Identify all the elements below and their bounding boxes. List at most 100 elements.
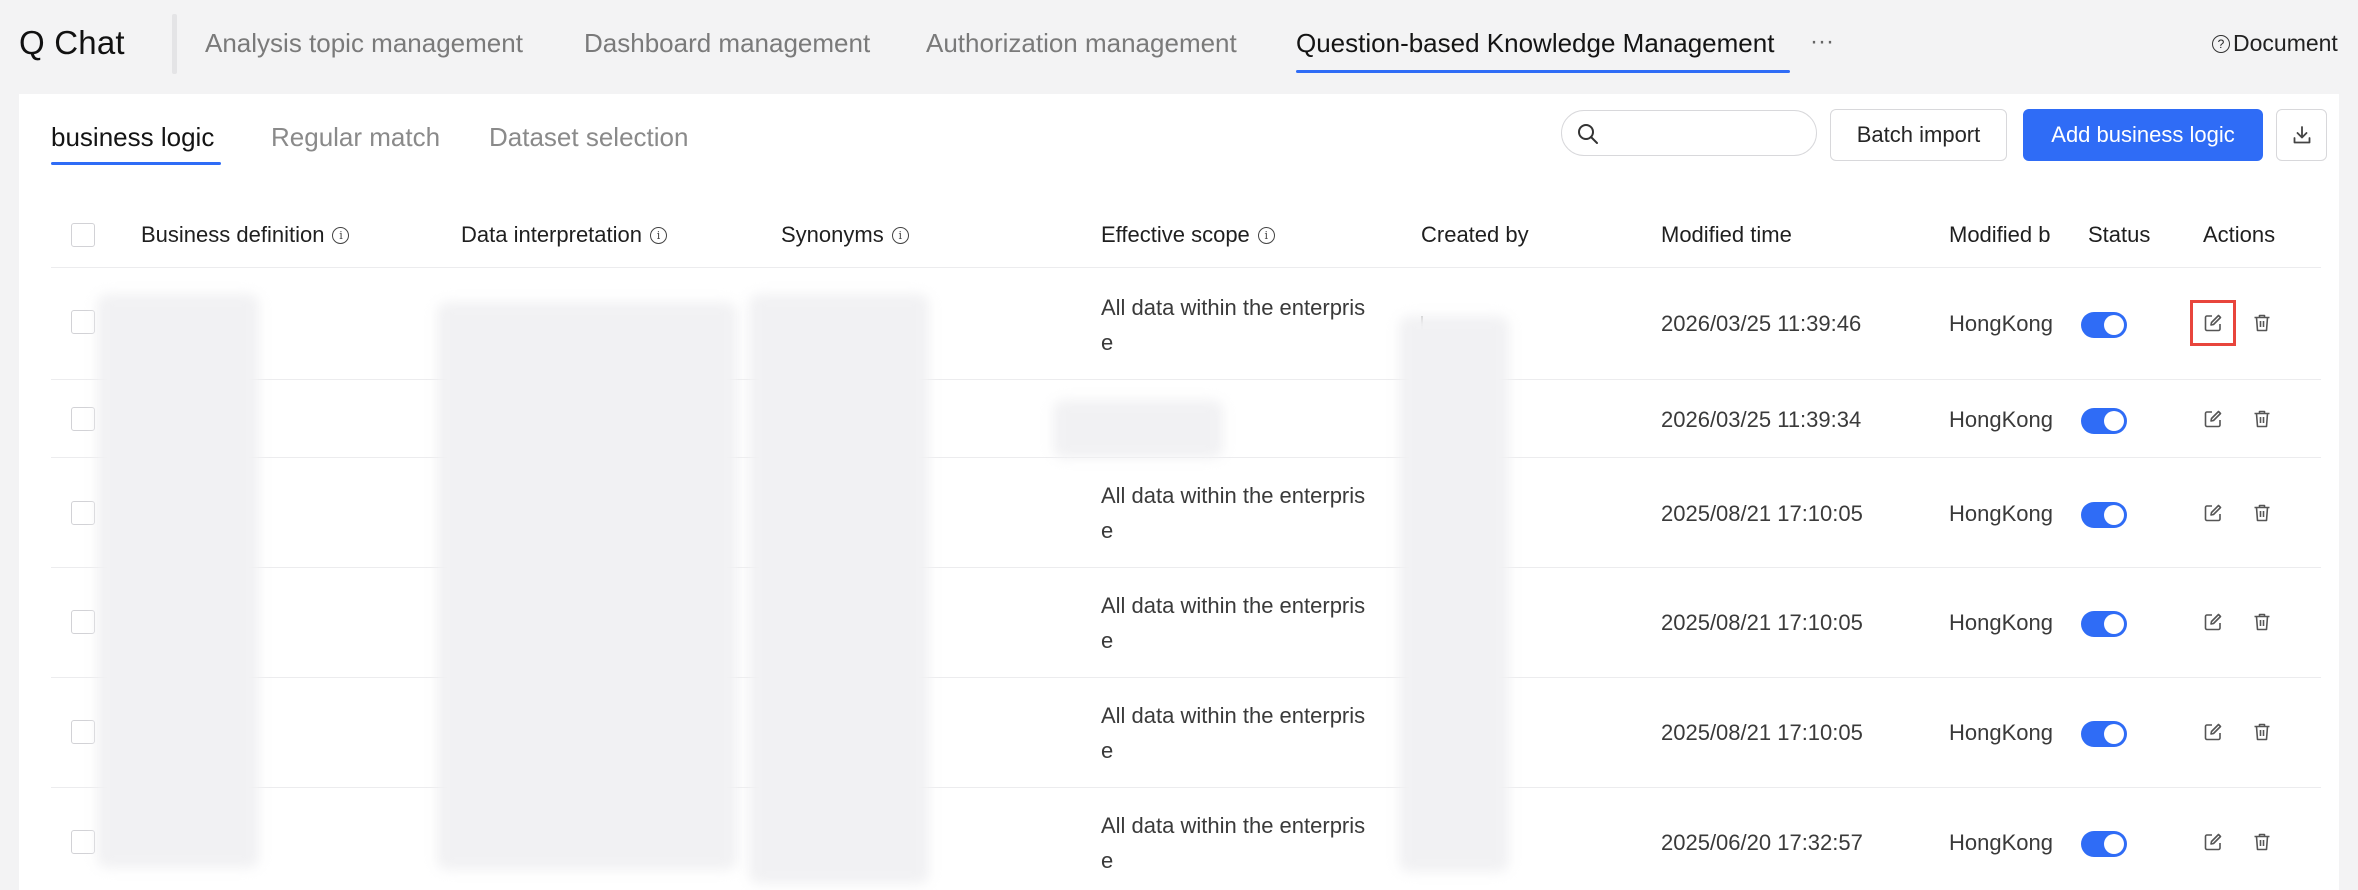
delete-icon[interactable] — [2251, 611, 2273, 633]
modified-by-cell: HongKong — [1949, 407, 2053, 432]
more-icon[interactable]: ··· — [1810, 28, 1834, 56]
delete-icon[interactable] — [2251, 502, 2273, 524]
table-row: All data within the enterpris e 2025/08/2… — [51, 680, 2321, 788]
redacted-synonyms — [749, 294, 929, 884]
header-data-interpretation: Data interpretation i — [461, 222, 667, 248]
top-bar: Q Chat Analysis topic management Dashboa… — [0, 0, 2358, 92]
header-label: Data interpretation — [461, 222, 642, 247]
scope-line: e — [1101, 330, 1114, 355]
scope-line: All data within the enterpris — [1101, 813, 1366, 838]
delete-icon[interactable] — [2251, 721, 2273, 743]
nav-tab-authorization[interactable]: Authorization management — [926, 28, 1237, 59]
download-button[interactable] — [2276, 109, 2327, 161]
modified-time-cell: 2025/06/20 17:32:57 — [1661, 830, 1863, 855]
info-icon[interactable]: i — [1257, 226, 1275, 244]
modified-time-cell: 2025/08/21 17:10:05 — [1661, 610, 1863, 635]
status-toggle[interactable] — [2081, 312, 2127, 338]
table-row: All data within the enterpris e 2025/08/2… — [51, 460, 2321, 568]
document-label: Document — [2233, 30, 2338, 56]
delete-icon[interactable] — [2251, 408, 2273, 430]
header-label: Effective scope — [1101, 222, 1250, 247]
status-toggle[interactable] — [2081, 408, 2127, 434]
row-checkbox[interactable] — [71, 830, 95, 854]
modified-by-cell: HongKong — [1949, 311, 2053, 336]
row-checkbox[interactable] — [71, 720, 95, 744]
table-row: All data within the enterpris e 2025/06/2… — [51, 790, 2321, 890]
edit-icon[interactable] — [2202, 831, 2224, 853]
search-input[interactable] — [1606, 117, 1806, 149]
row-checkbox[interactable] — [71, 610, 95, 634]
effective-scope-cell: All data within the enterpris e — [1101, 588, 1391, 658]
app-title: Q Chat — [19, 24, 125, 61]
header-actions: Actions — [2203, 222, 2276, 247]
scope-line: e — [1101, 518, 1114, 543]
scope-line: e — [1101, 738, 1114, 763]
modified-time-cell: 2026/03/25 11:39:46 — [1661, 311, 1862, 336]
select-all-checkbox[interactable] — [71, 223, 95, 247]
redacted-data-interpretation — [437, 302, 737, 870]
download-icon — [2293, 126, 2310, 144]
edit-icon[interactable] — [2202, 611, 2224, 633]
edit-icon[interactable] — [2202, 502, 2224, 524]
header-synonyms: Synonyms i — [781, 222, 909, 248]
nav-tab-dashboard[interactable]: Dashboard management — [584, 28, 870, 59]
scope-line: e — [1101, 848, 1114, 873]
nav-tab-analysis-topic[interactable]: Analysis topic management — [205, 28, 523, 59]
edit-icon[interactable] — [2190, 300, 2236, 346]
subtab-business-logic[interactable]: business logic — [51, 122, 214, 153]
batch-import-button[interactable]: Batch import — [1830, 109, 2007, 161]
edit-icon[interactable] — [2202, 721, 2224, 743]
modified-time-cell: 2025/08/21 17:10:05 — [1661, 720, 1863, 745]
scope-line: All data within the enterpris — [1101, 483, 1366, 508]
add-business-logic-button[interactable]: Add business logic — [2023, 109, 2263, 161]
scope-line: All data within the enterpris — [1101, 703, 1366, 728]
header-business-definition: Business definition i — [141, 222, 350, 248]
scope-line: All data within the enterpris — [1101, 593, 1366, 618]
modified-time-cell: 2026/03/25 11:39:34 — [1661, 407, 1862, 432]
row-checkbox[interactable] — [71, 310, 95, 334]
header-label: Business definition — [141, 222, 325, 247]
row-checkbox[interactable] — [71, 501, 95, 525]
subtab-dataset-selection[interactable]: Dataset selection — [489, 122, 688, 153]
status-toggle[interactable] — [2081, 611, 2127, 637]
modified-by-cell: HongKong — [1949, 830, 2053, 855]
header-modified-time: Modified time — [1661, 222, 1792, 247]
search-box[interactable] — [1561, 110, 1817, 156]
header-effective-scope: Effective scope i — [1101, 222, 1275, 248]
redacted-business-definition — [97, 294, 259, 868]
help-icon: ? — [2212, 34, 2230, 53]
edit-icon[interactable] — [2202, 408, 2224, 430]
header-label: Synonyms — [781, 222, 884, 247]
header-modified-by: Modified b — [1949, 222, 2051, 247]
effective-scope-cell: All data within the enterpris e — [1101, 808, 1391, 878]
modified-time-cell: 2025/08/21 17:10:05 — [1661, 501, 1863, 526]
header-created-by: Created by — [1421, 222, 1529, 247]
modified-by-cell: HongKong — [1949, 610, 2053, 635]
effective-scope-cell: All data within the enterpris e — [1101, 290, 1391, 360]
table-row: All data within the enterpris e 2026/03/2… — [51, 270, 2321, 380]
delete-icon[interactable] — [2251, 312, 2273, 334]
info-icon[interactable]: i — [891, 226, 909, 244]
top-divider — [172, 14, 177, 74]
nav-tab-knowledge-management[interactable]: Question-based Knowledge Management — [1296, 28, 1774, 59]
status-toggle[interactable] — [2081, 721, 2127, 747]
main-panel: business logic Regular match Dataset sel… — [19, 94, 2339, 890]
info-icon[interactable]: i — [332, 226, 350, 244]
effective-scope-cell: All data within the enterpris e — [1101, 478, 1391, 548]
delete-icon[interactable] — [2251, 831, 2273, 853]
subtab-regular-match[interactable]: Regular match — [271, 122, 440, 153]
nav-active-indicator — [1296, 70, 1790, 73]
search-icon — [1578, 124, 1598, 144]
status-toggle[interactable] — [2081, 831, 2127, 857]
subtab-active-indicator — [51, 162, 221, 165]
table-header: Business definition i Data interpretatio… — [51, 202, 2321, 268]
modified-by-cell: HongKong — [1949, 720, 2053, 745]
table-row: All data within the enterpris e 2025/08/2… — [51, 570, 2321, 678]
info-icon[interactable]: i — [650, 226, 667, 244]
document-link[interactable]: ? Document — [2212, 30, 2338, 57]
scope-line: e — [1101, 628, 1114, 653]
row-checkbox[interactable] — [71, 407, 95, 431]
scope-line: All data within the enterpris — [1101, 295, 1366, 320]
status-toggle[interactable] — [2081, 502, 2127, 528]
redacted-effective-scope — [1053, 400, 1223, 458]
